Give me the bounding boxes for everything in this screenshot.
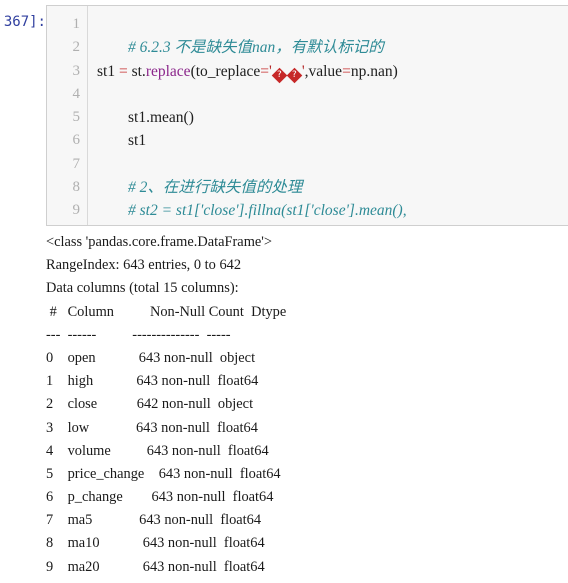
- code-comment: # 2、在进行缺失值的处理: [128, 179, 303, 197]
- table-row: 6 p_change 643 non-null float64: [46, 486, 568, 509]
- line-number: 7: [72, 155, 81, 172]
- code-line-7[interactable]: # 2、在进行缺失值的处理: [97, 153, 568, 196]
- row-column: low: [67, 419, 90, 436]
- output-table-rule: --- ------ -------------- -----: [46, 326, 231, 343]
- row-nonnull: 643 non-null: [146, 442, 221, 459]
- line-number: 4: [72, 85, 81, 102]
- table-row: 0 open 643 non-null object: [46, 347, 568, 370]
- object-reference: st.: [127, 62, 146, 80]
- row-pad: [89, 420, 136, 436]
- kwarg-equals: =: [342, 62, 351, 80]
- jupyter-notebook-cell: 367]: 1 2 3 4 5 6 7 8 9 # 6.2.3 不是缺失值nan…: [0, 0, 568, 583]
- output-table-header: # Column Non-Null Count Dtype: [46, 303, 287, 320]
- close-paren: ): [392, 62, 398, 80]
- line-number: 3: [72, 62, 81, 79]
- table-row: 2 close 642 non-null object: [46, 393, 568, 416]
- table-row: 1 high 643 non-null float64: [46, 370, 568, 393]
- table-row: 7 ma5 643 non-null float64: [46, 509, 568, 532]
- code-editor-area[interactable]: # 6.2.3 不是缺失值nan，有默认标记的 st1 = st.replace…: [88, 6, 568, 225]
- row-column: volume: [67, 442, 111, 459]
- code-comment: # 6.2.3 不是缺失值nan，有默认标记的: [128, 39, 384, 57]
- cell-output-area: <class 'pandas.core.frame.DataFrame'> Ra…: [46, 231, 568, 583]
- row-dtype: float64: [227, 442, 269, 459]
- row-pad: [111, 443, 147, 459]
- row-dtype: float64: [232, 489, 274, 506]
- table-row: 9 ma20 643 non-null float64: [46, 556, 568, 579]
- keyword-argument: value: [308, 62, 343, 80]
- row-nonnull: 643 non-null: [142, 558, 217, 575]
- row-column: ma10: [67, 535, 100, 552]
- row-column: p_change: [67, 489, 123, 506]
- line-number-gutter: 1 2 3 4 5 6 7 8 9: [47, 6, 88, 225]
- argument-value: np.nan: [350, 62, 393, 80]
- row-nonnull: 643 non-null: [158, 465, 233, 482]
- row-column: open: [67, 349, 96, 366]
- row-nonnull: 643 non-null: [139, 512, 214, 529]
- table-row: 4 volume 643 non-null float64: [46, 440, 568, 463]
- row-nonnull: 643 non-null: [151, 489, 226, 506]
- code-input-cell[interactable]: 1 2 3 4 5 6 7 8 9 # 6.2.3 不是缺失值nan，有默认标记…: [46, 5, 568, 226]
- row-dtype: float64: [223, 558, 265, 575]
- row-nonnull: 642 non-null: [136, 396, 211, 413]
- execution-prompt-label: 367]:: [3, 14, 46, 30]
- row-column: ma20: [67, 558, 100, 575]
- table-row: 8 ma10 643 non-null float64: [46, 532, 568, 555]
- kwarg-equals: =: [260, 62, 270, 80]
- line-number: 9: [72, 202, 81, 219]
- row-dtype: object: [219, 349, 256, 366]
- row-dtype: float64: [220, 512, 262, 529]
- code-line-6[interactable]: [97, 129, 568, 152]
- row-dtype: object: [217, 396, 254, 413]
- method-name: replace: [145, 62, 191, 80]
- row-column: ma5: [67, 512, 93, 529]
- line-number: 2: [72, 39, 81, 56]
- line-number: 8: [72, 179, 81, 196]
- row-nonnull: 643 non-null: [135, 419, 210, 436]
- row-pad: [100, 559, 143, 575]
- code-line-3[interactable]: st1 = st.replace(to_replace='?? ',value=n…: [97, 60, 568, 83]
- row-nonnull: 643 non-null: [142, 535, 217, 552]
- row-pad: [123, 489, 152, 505]
- row-pad: [93, 373, 136, 389]
- code-statement: st1.mean(): [128, 109, 194, 127]
- row-column: price_change: [67, 465, 145, 482]
- table-row: 3 low 643 non-null float64: [46, 417, 568, 440]
- row-column: high: [67, 373, 94, 390]
- code-line-1[interactable]: # 6.2.3 不是缺失值nan，有默认标记的: [97, 13, 568, 56]
- row-dtype: float64: [217, 419, 258, 436]
- line-number: 6: [72, 132, 81, 149]
- line-number: 1: [72, 16, 81, 32]
- row-pad: [92, 512, 139, 528]
- output-class-line: <class 'pandas.core.frame.DataFrame'>: [46, 234, 272, 250]
- keyword-argument: to_replace: [195, 62, 261, 80]
- missing-glyph-icon: ?: [286, 67, 303, 83]
- code-comment: # st2 = st1['close'].fillna(st1['close']…: [128, 202, 407, 220]
- string-quote-open: ': [269, 62, 272, 80]
- row-pad: [100, 535, 143, 551]
- missing-glyph-icon: ?: [271, 67, 288, 83]
- code-line-4[interactable]: st1.mean(): [97, 83, 568, 126]
- row-dtype: float64: [223, 535, 265, 552]
- row-nonnull: 643 non-null: [136, 373, 211, 390]
- assign-operator: =: [118, 62, 128, 80]
- row-nonnull: 643 non-null: [138, 349, 213, 366]
- row-column: close: [67, 396, 98, 413]
- output-datacolumns-line: Data columns (total 15 columns):: [46, 280, 239, 297]
- code-statement: st1: [128, 132, 147, 150]
- row-dtype: float64: [217, 373, 259, 390]
- row-pad: [96, 350, 139, 366]
- table-row: 5 price_change 643 non-null float64: [46, 463, 568, 486]
- row-dtype: float64: [239, 465, 281, 482]
- row-pad: [144, 466, 158, 482]
- row-pad: [97, 396, 137, 412]
- line-number: 5: [72, 109, 81, 126]
- output-rangeindex-line: RangeIndex: 643 entries, 0 to 642: [46, 257, 242, 274]
- variable-name: st1: [97, 62, 116, 80]
